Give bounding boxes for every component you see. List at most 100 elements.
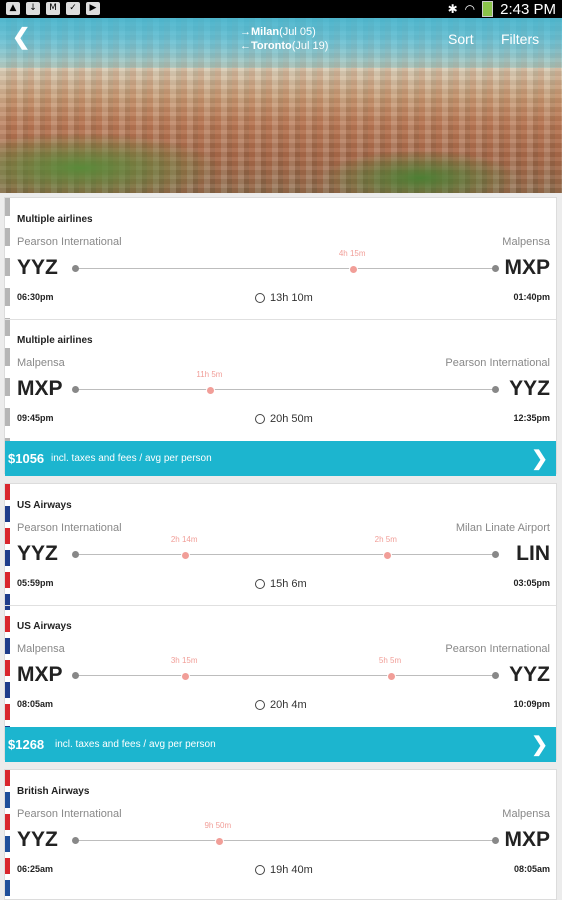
- outbound-leg: British Airways Pearson International Malp…: [5, 770, 556, 890]
- destination-airport-name: Malpensa: [502, 236, 550, 248]
- total-duration: 19h 40m: [255, 864, 313, 876]
- return-leg: US Airways Malpensa Pearson International M…: [5, 605, 556, 725]
- arrival-time: 08:05am: [513, 864, 550, 874]
- clock: 2:43 PM: [500, 0, 556, 18]
- total-duration: 20h 50m: [255, 413, 313, 425]
- battery-icon: [482, 1, 494, 17]
- destination-airport-code: MXP: [504, 828, 550, 851]
- trip-route: →Milan(Jul 05) ←Toronto(Jul 19): [240, 25, 328, 53]
- duration-text: 19h 40m: [270, 864, 313, 876]
- airline-name: US Airways: [17, 621, 72, 632]
- play-store-icon: ▶: [86, 2, 100, 15]
- airline-name: Multiple airlines: [17, 335, 93, 346]
- departure-dot: [72, 265, 79, 272]
- flight-route-line: [75, 389, 495, 390]
- price-bar[interactable]: $1056 incl. taxes and fees / avg per pers…: [5, 441, 556, 476]
- destination-airport-code: LIN: [516, 542, 550, 565]
- flight-route-line: [75, 840, 495, 841]
- departure-time: 05:59pm: [17, 578, 54, 588]
- airline-name: US Airways: [17, 500, 72, 511]
- gmail-notification-icon: M: [46, 2, 60, 15]
- price-note: incl. taxes and fees / avg per person: [51, 453, 212, 464]
- total-duration: 15h 6m: [255, 578, 307, 590]
- departure-dot: [72, 386, 79, 393]
- layover-duration: 5h 5m: [378, 656, 402, 665]
- departure-time: 06:30pm: [17, 292, 54, 302]
- header-banner: ❮ →Milan(Jul 05) ←Toronto(Jul 19) Sort F…: [0, 18, 562, 193]
- chevron-right-icon[interactable]: ❯: [531, 446, 548, 471]
- status-bar: ▲ ↓ M ✓ ▶ ✱ ◠ 2:43 PM: [0, 0, 562, 18]
- arrival-dot: [492, 265, 499, 272]
- airline-name: British Airways: [17, 786, 90, 797]
- return-leg: Multiple airlines Malpensa Pearson Interna…: [5, 319, 556, 439]
- layover-stop: [349, 265, 359, 274]
- back-arrow-icon[interactable]: ❮: [12, 24, 30, 50]
- duration-text: 15h 6m: [270, 578, 307, 590]
- layover-duration: 4h 15m: [338, 249, 366, 258]
- arrival-dot: [492, 672, 499, 679]
- clock-icon: [255, 293, 265, 303]
- flight-route-line: [75, 554, 495, 555]
- image-notification-icon: ▲: [6, 2, 20, 15]
- layover-stop: [181, 672, 191, 681]
- outbound-leg: Multiple airlines Pearson International Ma…: [5, 198, 556, 318]
- origin-airport-code: MXP: [17, 377, 63, 400]
- airline-name: Multiple airlines: [17, 214, 93, 225]
- outbound-leg: US Airways Pearson International Milan Lin…: [5, 484, 556, 604]
- layover-stop: [387, 672, 396, 681]
- filters-button[interactable]: Filters: [501, 31, 539, 47]
- price-note: incl. taxes and fees / avg per person: [55, 739, 216, 750]
- layover-duration: 3h 15m: [170, 656, 198, 665]
- origin-airport-name: Pearson International: [17, 522, 122, 534]
- flight-result-card[interactable]: British Airways Pearson International Malp…: [4, 769, 557, 900]
- origin-airport-name: Malpensa: [17, 643, 65, 655]
- clock-icon: [255, 579, 265, 589]
- destination-airport-code: YYZ: [509, 377, 550, 400]
- notification-icons: ▲ ↓ M ✓ ▶: [6, 2, 100, 15]
- duration-text: 13h 10m: [270, 292, 313, 304]
- arrival-time: 10:09pm: [513, 699, 550, 709]
- layover-duration: 2h 14m: [170, 535, 198, 544]
- flight-route-line: [75, 675, 495, 676]
- outbound-route: →Milan(Jul 05): [240, 26, 316, 38]
- destination-airport-name: Milan Linate Airport: [455, 522, 550, 534]
- arrival-time: 03:05pm: [513, 578, 550, 588]
- duration-text: 20h 4m: [270, 699, 307, 711]
- flight-route-line: [75, 268, 495, 269]
- layover-duration: 11h 5m: [196, 370, 223, 379]
- chevron-right-icon[interactable]: ❯: [531, 732, 548, 757]
- arrival-dot: [492, 551, 499, 558]
- bluetooth-icon: ✱: [447, 2, 458, 16]
- destination-airport-code: MXP: [504, 256, 550, 279]
- inbound-route: ←Toronto(Jul 19): [240, 40, 329, 52]
- destination-airport-code: YYZ: [509, 663, 550, 686]
- arrival-dot: [492, 837, 499, 844]
- origin-airport-code: YYZ: [17, 542, 58, 565]
- destination-airport-name: Pearson International: [445, 357, 550, 369]
- departure-dot: [72, 837, 79, 844]
- origin-airport-code: MXP: [17, 663, 63, 686]
- clock-icon: [255, 414, 265, 424]
- layover-stop: [206, 386, 216, 395]
- origin-airport-code: YYZ: [17, 828, 58, 851]
- price-bar[interactable]: $1268 incl. taxes and fees / avg per pers…: [5, 727, 556, 762]
- duration-text: 20h 50m: [270, 413, 313, 425]
- layover-stop: [181, 551, 191, 560]
- departure-dot: [72, 551, 79, 558]
- departure-time: 08:05am: [17, 699, 54, 709]
- wifi-icon: ◠: [464, 2, 476, 16]
- departure-time: 06:25am: [17, 864, 54, 874]
- origin-airport-name: Malpensa: [17, 357, 65, 369]
- departure-dot: [72, 672, 79, 679]
- layover-stop: [382, 551, 392, 560]
- total-duration: 20h 4m: [255, 699, 307, 711]
- flight-result-card[interactable]: Multiple airlines Pearson International Ma…: [4, 197, 557, 476]
- price-amount: $1056: [8, 451, 45, 466]
- flight-result-card[interactable]: US Airways Pearson International Milan Lin…: [4, 483, 557, 762]
- destination-airport-name: Malpensa: [502, 808, 550, 820]
- layover-stop: [214, 837, 224, 846]
- origin-airport-name: Pearson International: [17, 236, 122, 248]
- clock-icon: [255, 865, 265, 875]
- layover-duration: 2h 5m: [374, 535, 397, 544]
- sort-button[interactable]: Sort: [448, 31, 474, 47]
